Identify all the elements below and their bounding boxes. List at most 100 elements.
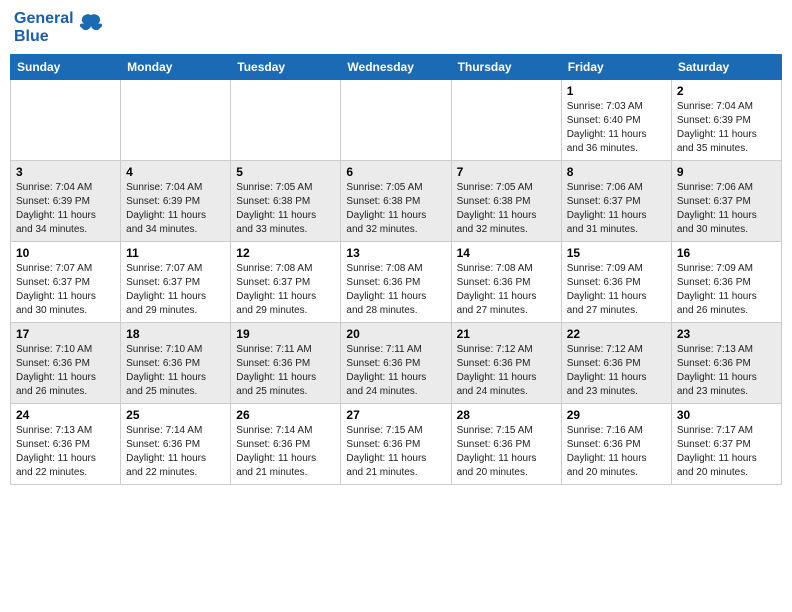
calendar-cell: 24 Sunrise: 7:13 AM Sunset: 6:36 PM Dayli… [11, 404, 121, 485]
day-number: 27 [346, 408, 445, 422]
day-number: 1 [567, 84, 666, 98]
day-info: Sunrise: 7:14 AM Sunset: 6:36 PM Dayligh… [236, 424, 335, 480]
calendar-cell: 9 Sunrise: 7:06 AM Sunset: 6:37 PM Daylig… [671, 161, 781, 242]
logo: General Blue [14, 10, 106, 46]
calendar-cell: 15 Sunrise: 7:09 AM Sunset: 6:36 PM Dayli… [561, 242, 671, 323]
calendar-cell: 13 Sunrise: 7:08 AM Sunset: 6:36 PM Dayli… [341, 242, 451, 323]
calendar-week-row: 17 Sunrise: 7:10 AM Sunset: 6:36 PM Dayli… [11, 323, 782, 404]
calendar-cell: 21Sunrise: 7:12 AM Sunset: 6:36 PM Dayli… [451, 323, 561, 404]
day-info: Sunrise: 7:04 AM Sunset: 6:39 PM Dayligh… [126, 181, 225, 237]
day-info: Sunrise: 7:17 AM Sunset: 6:37 PM Dayligh… [677, 424, 776, 480]
col-header-tuesday: Tuesday [231, 55, 341, 80]
day-number: 25 [126, 408, 225, 422]
logo-text: General Blue [14, 10, 74, 45]
calendar-cell: 11 Sunrise: 7:07 AM Sunset: 6:37 PM Dayli… [121, 242, 231, 323]
day-info: Sunrise: 7:15 AM Sunset: 6:36 PM Dayligh… [346, 424, 445, 480]
day-info: Sunrise: 7:08 AM Sunset: 6:36 PM Dayligh… [346, 262, 445, 318]
day-number: 23 [677, 327, 776, 341]
day-info: Sunrise: 7:07 AM Sunset: 6:37 PM Dayligh… [126, 262, 225, 318]
day-number: 13 [346, 246, 445, 260]
day-number: 8 [567, 165, 666, 179]
calendar-cell [231, 80, 341, 161]
calendar-cell: 3 Sunrise: 7:04 AM Sunset: 6:39 PM Daylig… [11, 161, 121, 242]
calendar-cell: 16Sunrise: 7:09 AM Sunset: 6:36 PM Dayli… [671, 242, 781, 323]
day-number: 7 [457, 165, 556, 179]
calendar-cell: 2Sunrise: 7:04 AM Sunset: 6:39 PM Daylig… [671, 80, 781, 161]
day-info: Sunrise: 7:08 AM Sunset: 6:36 PM Dayligh… [457, 262, 556, 318]
day-number: 22 [567, 327, 666, 341]
day-info: Sunrise: 7:13 AM Sunset: 6:36 PM Dayligh… [16, 424, 115, 480]
day-info: Sunrise: 7:05 AM Sunset: 6:38 PM Dayligh… [346, 181, 445, 237]
day-info: Sunrise: 7:06 AM Sunset: 6:37 PM Dayligh… [567, 181, 666, 237]
calendar-cell: 14 Sunrise: 7:08 AM Sunset: 6:36 PM Dayli… [451, 242, 561, 323]
day-number: 10 [16, 246, 115, 260]
day-info: Sunrise: 7:12 AM Sunset: 6:36 PM Dayligh… [457, 343, 556, 399]
calendar-cell [121, 80, 231, 161]
day-info: Sunrise: 7:09 AM Sunset: 6:36 PM Dayligh… [567, 262, 666, 318]
day-number: 18 [126, 327, 225, 341]
day-info: Sunrise: 7:04 AM Sunset: 6:39 PM Dayligh… [16, 181, 115, 237]
calendar-cell: 4Sunrise: 7:04 AM Sunset: 6:39 PM Daylig… [121, 161, 231, 242]
day-number: 6 [346, 165, 445, 179]
day-number: 17 [16, 327, 115, 341]
day-number: 5 [236, 165, 335, 179]
calendar-cell: 17 Sunrise: 7:10 AM Sunset: 6:36 PM Dayli… [11, 323, 121, 404]
day-number: 29 [567, 408, 666, 422]
calendar-cell: 26 Sunrise: 7:14 AM Sunset: 6:36 PM Dayli… [231, 404, 341, 485]
day-number: 12 [236, 246, 335, 260]
calendar-table: SundayMondayTuesdayWednesdayThursdayFrid… [10, 54, 782, 485]
day-info: Sunrise: 7:08 AM Sunset: 6:37 PM Dayligh… [236, 262, 335, 318]
calendar-cell: 5 Sunrise: 7:05 AM Sunset: 6:38 PM Daylig… [231, 161, 341, 242]
calendar-cell: 29 Sunrise: 7:16 AM Sunset: 6:36 PM Dayli… [561, 404, 671, 485]
day-number: 2 [677, 84, 776, 98]
day-info: Sunrise: 7:03 AM Sunset: 6:40 PM Dayligh… [567, 100, 666, 156]
calendar-cell: 19 Sunrise: 7:11 AM Sunset: 6:36 PM Dayli… [231, 323, 341, 404]
day-number: 3 [16, 165, 115, 179]
day-number: 14 [457, 246, 556, 260]
day-number: 19 [236, 327, 335, 341]
day-info: Sunrise: 7:10 AM Sunset: 6:36 PM Dayligh… [126, 343, 225, 399]
day-info: Sunrise: 7:11 AM Sunset: 6:36 PM Dayligh… [236, 343, 335, 399]
calendar-week-row: 10 Sunrise: 7:07 AM Sunset: 6:37 PM Dayli… [11, 242, 782, 323]
day-number: 20 [346, 327, 445, 341]
calendar-cell: 27 Sunrise: 7:15 AM Sunset: 6:36 PM Dayli… [341, 404, 451, 485]
calendar-cell: 1 Sunrise: 7:03 AM Sunset: 6:40 PM Daylig… [561, 80, 671, 161]
calendar-cell: 25 Sunrise: 7:14 AM Sunset: 6:36 PM Dayli… [121, 404, 231, 485]
day-info: Sunrise: 7:11 AM Sunset: 6:36 PM Dayligh… [346, 343, 445, 399]
calendar-cell: 23 Sunrise: 7:13 AM Sunset: 6:36 PM Dayli… [671, 323, 781, 404]
calendar-cell: 10 Sunrise: 7:07 AM Sunset: 6:37 PM Dayli… [11, 242, 121, 323]
day-info: Sunrise: 7:16 AM Sunset: 6:36 PM Dayligh… [567, 424, 666, 480]
col-header-wednesday: Wednesday [341, 55, 451, 80]
col-header-monday: Monday [121, 55, 231, 80]
day-info: Sunrise: 7:07 AM Sunset: 6:37 PM Dayligh… [16, 262, 115, 318]
calendar-cell: 30 Sunrise: 7:17 AM Sunset: 6:37 PM Dayli… [671, 404, 781, 485]
calendar-week-row: 3 Sunrise: 7:04 AM Sunset: 6:39 PM Daylig… [11, 161, 782, 242]
day-number: 9 [677, 165, 776, 179]
col-header-friday: Friday [561, 55, 671, 80]
calendar-cell: 18 Sunrise: 7:10 AM Sunset: 6:36 PM Dayli… [121, 323, 231, 404]
col-header-saturday: Saturday [671, 55, 781, 80]
day-number: 24 [16, 408, 115, 422]
calendar-cell [11, 80, 121, 161]
day-number: 11 [126, 246, 225, 260]
day-number: 15 [567, 246, 666, 260]
day-info: Sunrise: 7:12 AM Sunset: 6:36 PM Dayligh… [567, 343, 666, 399]
logo-bird-icon [76, 10, 106, 46]
day-number: 30 [677, 408, 776, 422]
day-number: 28 [457, 408, 556, 422]
day-info: Sunrise: 7:10 AM Sunset: 6:36 PM Dayligh… [16, 343, 115, 399]
day-number: 26 [236, 408, 335, 422]
col-header-sunday: Sunday [11, 55, 121, 80]
calendar-cell: 7Sunrise: 7:05 AM Sunset: 6:38 PM Daylig… [451, 161, 561, 242]
calendar-header-row: SundayMondayTuesdayWednesdayThursdayFrid… [11, 55, 782, 80]
day-info: Sunrise: 7:15 AM Sunset: 6:36 PM Dayligh… [457, 424, 556, 480]
calendar-cell: 12 Sunrise: 7:08 AM Sunset: 6:37 PM Dayli… [231, 242, 341, 323]
col-header-thursday: Thursday [451, 55, 561, 80]
day-info: Sunrise: 7:05 AM Sunset: 6:38 PM Dayligh… [236, 181, 335, 237]
calendar-cell: 20 Sunrise: 7:11 AM Sunset: 6:36 PM Dayli… [341, 323, 451, 404]
day-info: Sunrise: 7:14 AM Sunset: 6:36 PM Dayligh… [126, 424, 225, 480]
day-info: Sunrise: 7:13 AM Sunset: 6:36 PM Dayligh… [677, 343, 776, 399]
day-info: Sunrise: 7:06 AM Sunset: 6:37 PM Dayligh… [677, 181, 776, 237]
calendar-cell [341, 80, 451, 161]
calendar-week-row: 24 Sunrise: 7:13 AM Sunset: 6:36 PM Dayli… [11, 404, 782, 485]
